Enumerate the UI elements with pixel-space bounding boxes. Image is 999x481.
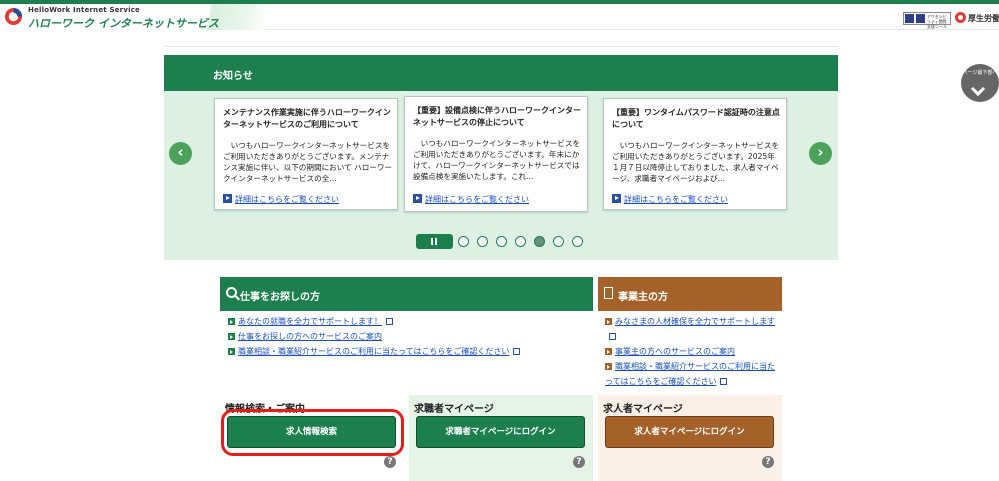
notice-card-body: いつもハローワークインターネットサービスをご利用いただきありがとうございます。メ… <box>223 141 393 183</box>
employer-link[interactable]: 職業相談・職業紹介サービスのご利用に当たってはこちらをご確認ください <box>605 362 775 386</box>
employer-title: 事業主の方 <box>618 292 668 303</box>
employer-login-button[interactable]: 求人者マイページにログイン <box>605 416 774 448</box>
notice-card-body: いつもハローワークインターネットサービスをご利用いただきありがとうございます。年… <box>413 139 581 181</box>
notice-card[interactable]: メンテナンス作業実施に伴うハローワークインターネットサービスのご利用について い… <box>214 98 398 210</box>
notice-card[interactable]: 【重要】設備点検に伴うハローワークインターネットサービスの停止について いつもハ… <box>404 96 588 212</box>
audio-icon <box>905 14 914 23</box>
seeker-mypage-title: 求職者マイページ <box>414 404 494 415</box>
notice-card[interactable]: 【重要】ワンタイムパスワード認証時の注意点について いつもハローワークインターネ… <box>603 98 787 210</box>
ministry-mark-icon <box>955 12 966 23</box>
bullet-icon <box>228 348 235 355</box>
chevron-down-icon <box>970 81 986 97</box>
employer-mypage-panel: 求人者マイページ 求人者マイページにログイン ? <box>598 395 782 481</box>
notice-card-link-label: 詳細はこちらをご覧ください <box>624 195 728 204</box>
job-seeker-link[interactable]: 仕事をお探しの方へのサービスのご案内 <box>238 332 382 341</box>
highlight-annotation <box>221 409 404 456</box>
list-item: 職業相談・職業紹介サービスのご利用に当たってはこちらをご確認ください <box>605 359 780 389</box>
text-size-icon <box>916 14 925 23</box>
accessibility-tool-button[interactable]: アクセシビリティ閲覧支援ツール <box>903 12 951 29</box>
hellowork-logo-icon <box>4 7 23 26</box>
search-icon <box>226 287 237 298</box>
building-icon <box>604 287 613 299</box>
carousel-dot[interactable] <box>534 236 545 247</box>
notice-card-link[interactable]: 詳細はこちらをご覧ください <box>612 194 728 205</box>
job-seeker-link[interactable]: あなたの就職を全力でサポートします！ <box>238 317 382 326</box>
carousel-dot[interactable] <box>496 236 507 247</box>
help-icon[interactable]: ? <box>573 456 585 468</box>
carousel-dot[interactable] <box>572 236 583 247</box>
help-icon[interactable]: ? <box>762 456 774 468</box>
employer-links: みなさまの人材確保を全力でサポートします 事業主の方へのサービスのご案内 職業相… <box>605 314 780 389</box>
employer-header: 事業主の方 <box>598 277 782 311</box>
external-link-icon <box>513 348 521 355</box>
list-item: 職業相談・職業紹介サービスのご利用に当たってはこちらをご確認ください <box>228 344 521 359</box>
list-item: 事業主の方へのサービスのご案内 <box>605 344 780 359</box>
scroll-to-bottom-button[interactable]: ページ最下部へ <box>961 64 999 102</box>
notice-card-link-label: 詳細はこちらをご覧ください <box>425 195 529 204</box>
pause-icon[interactable] <box>416 234 453 249</box>
notice-section: お知らせ ‹ › メンテナンス作業実施に伴うハローワークインターネットサービスの… <box>164 55 838 260</box>
carousel-next-button[interactable]: › <box>809 142 832 165</box>
site-header: HelloWork Internet Service ハローワーク インターネッ… <box>0 4 999 30</box>
list-item: みなさまの人材確保を全力でサポートします <box>605 314 780 344</box>
ministry-logo[interactable]: 厚生労働省 <box>955 10 999 26</box>
list-item: あなたの就職を全力でサポートします！ <box>228 314 520 329</box>
bullet-icon <box>605 348 612 355</box>
notice-card-body: いつもハローワークインターネットサービスをご利用いただきありがとうございます。2… <box>612 141 780 183</box>
notice-card-link[interactable]: 詳細はこちらをご覧ください <box>223 194 339 205</box>
logo-japanese-text: ハローワーク インターネットサービス <box>28 17 219 30</box>
accessibility-tool-label: アクセシビリティ閲覧支援ツール <box>927 14 947 29</box>
site-logo[interactable]: HelloWork Internet Service ハローワーク インターネッ… <box>0 4 265 30</box>
employer-mypage-title: 求人者マイページ <box>603 404 683 415</box>
notice-card-link[interactable]: 詳細はこちらをご覧ください <box>413 194 529 205</box>
bullet-icon <box>605 363 612 370</box>
ministry-name: 厚生労働省 <box>968 14 999 23</box>
arrow-right-icon <box>413 194 422 203</box>
bullet-icon <box>228 318 235 325</box>
scroll-to-bottom-label: ページ最下部へ <box>962 70 998 76</box>
carousel-prev-button[interactable]: ‹ <box>169 142 192 165</box>
job-seeker-link[interactable]: 職業相談・職業紹介サービスのご利用に当たってはこちらをご確認ください <box>238 347 509 356</box>
divider <box>164 46 838 47</box>
bullet-icon <box>228 333 235 340</box>
job-seeker-title: 仕事をお探しの方 <box>240 292 320 303</box>
list-item: 仕事をお探しの方へのサービスのご案内 <box>228 329 520 344</box>
employer-link[interactable]: 事業主の方へのサービスのご案内 <box>615 347 735 356</box>
employer-link[interactable]: みなさまの人材確保を全力でサポートします <box>615 317 775 326</box>
job-seeker-header: 仕事をお探しの方 <box>220 277 593 311</box>
carousel-dot[interactable] <box>458 236 469 247</box>
seeker-login-button[interactable]: 求職者マイページにログイン <box>416 416 585 448</box>
external-link-icon <box>720 378 728 385</box>
carousel-dot[interactable] <box>553 236 564 247</box>
external-link-icon <box>386 318 393 325</box>
notice-card-title: メンテナンス作業実施に伴うハローワークインターネットサービスのご利用について <box>223 108 391 129</box>
job-seeker-links: あなたの就職を全力でサポートします！ 仕事をお探しの方へのサービスのご案内 職業… <box>228 314 521 359</box>
arrow-right-icon <box>223 194 232 203</box>
bullet-icon <box>605 318 612 325</box>
carousel-dot[interactable] <box>477 236 488 247</box>
arrow-right-icon <box>612 194 621 203</box>
help-icon[interactable]: ? <box>384 456 396 468</box>
external-link-icon <box>609 333 616 340</box>
notice-card-title: 【重要】設備点検に伴うハローワークインターネットサービスの停止について <box>413 106 581 127</box>
carousel-dot[interactable] <box>515 236 526 247</box>
notice-title: お知らせ <box>213 71 253 82</box>
notice-header: お知らせ <box>164 55 838 91</box>
notice-card-title: 【重要】ワンタイムパスワード認証時の注意点について <box>612 108 780 129</box>
notice-card-link-label: 詳細はこちらをご覧ください <box>235 195 339 204</box>
seeker-mypage-panel: 求職者マイページ 求職者マイページにログイン ? <box>409 395 593 481</box>
logo-english-text: HelloWork Internet Service <box>28 6 140 14</box>
